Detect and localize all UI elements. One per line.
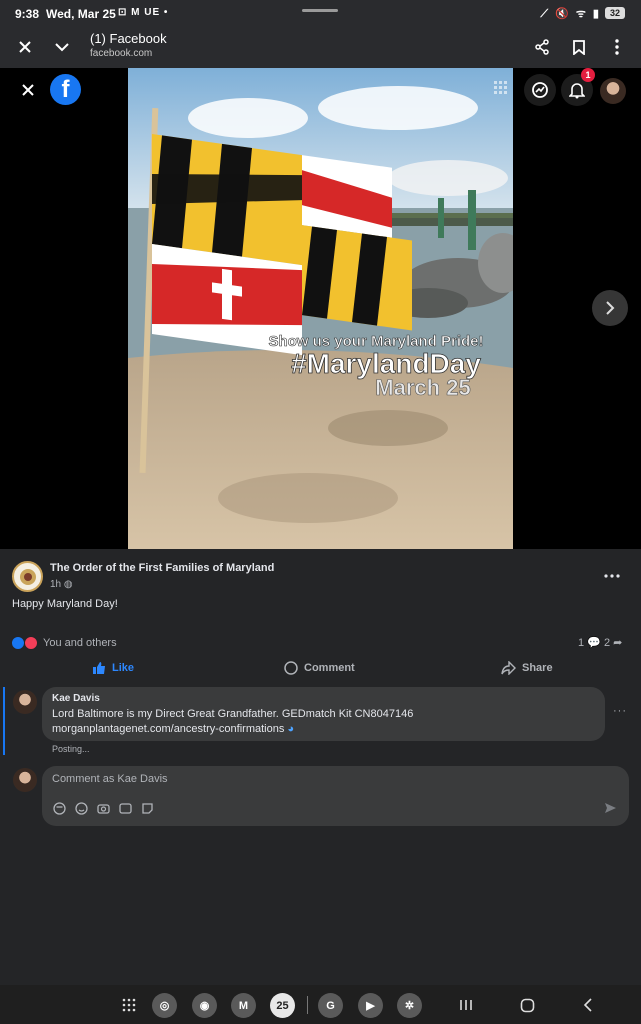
commenter-avatar[interactable]	[13, 690, 37, 714]
back-icon[interactable]	[578, 995, 598, 1015]
page-name[interactable]: The Order of the First Families of Maryl…	[50, 562, 274, 574]
recent-apps-icon[interactable]	[456, 995, 476, 1015]
like-reaction-icon	[11, 636, 25, 650]
post-text: Happy Maryland Day!	[12, 598, 118, 610]
system-icons: ⟋ 🔇 ᯤ ▮	[540, 8, 601, 20]
comment-author[interactable]: Kae Davis	[52, 693, 100, 704]
share-icon[interactable]	[529, 34, 555, 60]
comment-item: Kae Davis Lord Baltimore is my Direct Gr…	[0, 687, 641, 759]
battery-icon: 32	[605, 7, 625, 19]
post-time-text: 1h	[50, 579, 62, 590]
chevron-down-icon[interactable]	[49, 34, 75, 60]
calendar-app-icon[interactable]: 25	[270, 993, 295, 1018]
like-label: Like	[112, 662, 135, 674]
comment-text: Lord Baltimore is my Direct Great Grandf…	[52, 707, 597, 737]
gmail-app-icon[interactable]: M	[231, 993, 256, 1018]
comment-count-icon: 💬	[587, 637, 604, 649]
sticker-icon[interactable]	[140, 801, 154, 815]
page-avatar[interactable]	[12, 561, 43, 592]
status-date: Wed, Mar 25	[46, 7, 116, 21]
reactions-summary[interactable]: You and others	[43, 637, 117, 649]
comment-composer[interactable]: Comment as Kae Davis	[42, 766, 629, 826]
app-drawer-icon[interactable]	[119, 995, 139, 1015]
home-icon[interactable]	[517, 995, 537, 1015]
browser-header: (1) Facebook facebook.com	[0, 26, 641, 68]
love-reaction-icon	[24, 636, 38, 650]
send-icon[interactable]	[604, 801, 617, 819]
comment-status: Posting...	[52, 744, 90, 754]
more-vertical-icon[interactable]	[604, 34, 630, 60]
link-globe-icon: ◕	[287, 723, 295, 735]
share-label: Share	[522, 662, 553, 674]
composer-avatar	[13, 768, 37, 792]
share-button[interactable]: Share	[501, 661, 553, 675]
play-store-app-icon[interactable]: ▶	[358, 993, 383, 1018]
close-viewer-icon[interactable]	[18, 80, 38, 100]
like-button[interactable]: Like	[92, 661, 134, 675]
post-actions: Like Comment Share	[0, 658, 641, 682]
comment-count: 1	[578, 637, 585, 649]
facebook-logo[interactable]: f	[50, 74, 81, 105]
chrome-app-icon[interactable]: ◎	[152, 993, 177, 1018]
share-arrow-icon	[501, 661, 516, 675]
post-time: 1h ◍	[50, 579, 73, 590]
nav-separator	[307, 996, 308, 1014]
notification-icons: ⊡ M UE •	[118, 7, 169, 18]
comment-bubble: Kae Davis Lord Baltimore is my Direct Gr…	[42, 687, 605, 741]
post-more-icon[interactable]	[604, 565, 626, 579]
profile-avatar[interactable]	[600, 78, 626, 104]
window-handle[interactable]	[302, 9, 338, 12]
grid-icon[interactable]	[493, 80, 509, 96]
settings-app-icon[interactable]: ✲	[397, 993, 422, 1018]
notification-count-badge: 1	[581, 68, 595, 82]
comment-label: Comment	[304, 662, 355, 674]
status-bar: 9:38 Wed, Mar 25 ⊡ M UE • ⟋ 🔇 ᯤ ▮ 32	[0, 0, 641, 26]
comment-icon	[284, 661, 298, 675]
comment-button[interactable]: Comment	[284, 661, 355, 675]
google-app-icon[interactable]: G	[318, 993, 343, 1018]
next-photo-button[interactable]	[592, 290, 628, 326]
media-viewer: f Show us your Maryland Pride! #Maryland…	[0, 68, 641, 549]
gif-icon[interactable]	[118, 801, 132, 815]
camera-icon[interactable]	[96, 801, 110, 815]
page-url[interactable]: facebook.com	[90, 48, 152, 59]
camera-app-icon[interactable]: ◉	[192, 993, 217, 1018]
like-icon	[93, 662, 105, 674]
bookmark-icon[interactable]	[566, 34, 592, 60]
messenger-icon[interactable]	[524, 74, 556, 106]
status-time: 9:38	[15, 7, 40, 21]
close-icon[interactable]	[12, 34, 38, 60]
engagement-counts[interactable]: 1 💬 2 ➦	[578, 636, 622, 649]
emoji-icon[interactable]	[74, 801, 88, 815]
avatar-sticker-icon[interactable]	[52, 801, 66, 815]
share-count-icon: ➦	[613, 637, 623, 649]
globe-icon: ◍	[63, 579, 73, 590]
post-photo: Show us your Maryland Pride! #MarylandDa…	[128, 68, 513, 549]
share-count: 2	[603, 637, 611, 649]
comment-input-placeholder[interactable]: Comment as Kae Davis	[52, 773, 168, 785]
navigation-bar: ◎ ◉ M 25 G ▶ ✲	[0, 985, 641, 1024]
page-title: (1) Facebook	[90, 31, 167, 46]
comment-more-icon[interactable]: ···	[613, 705, 627, 717]
composer-tools	[52, 801, 154, 815]
comment-text-line1: Lord Baltimore is my Direct Great Grandf…	[52, 708, 414, 720]
comment-link[interactable]: morganplantagenet.com/ancestry-confirmat…	[52, 723, 284, 735]
comment-highlight-bar	[3, 687, 5, 755]
image-caption-line3: March 25	[375, 375, 470, 400]
